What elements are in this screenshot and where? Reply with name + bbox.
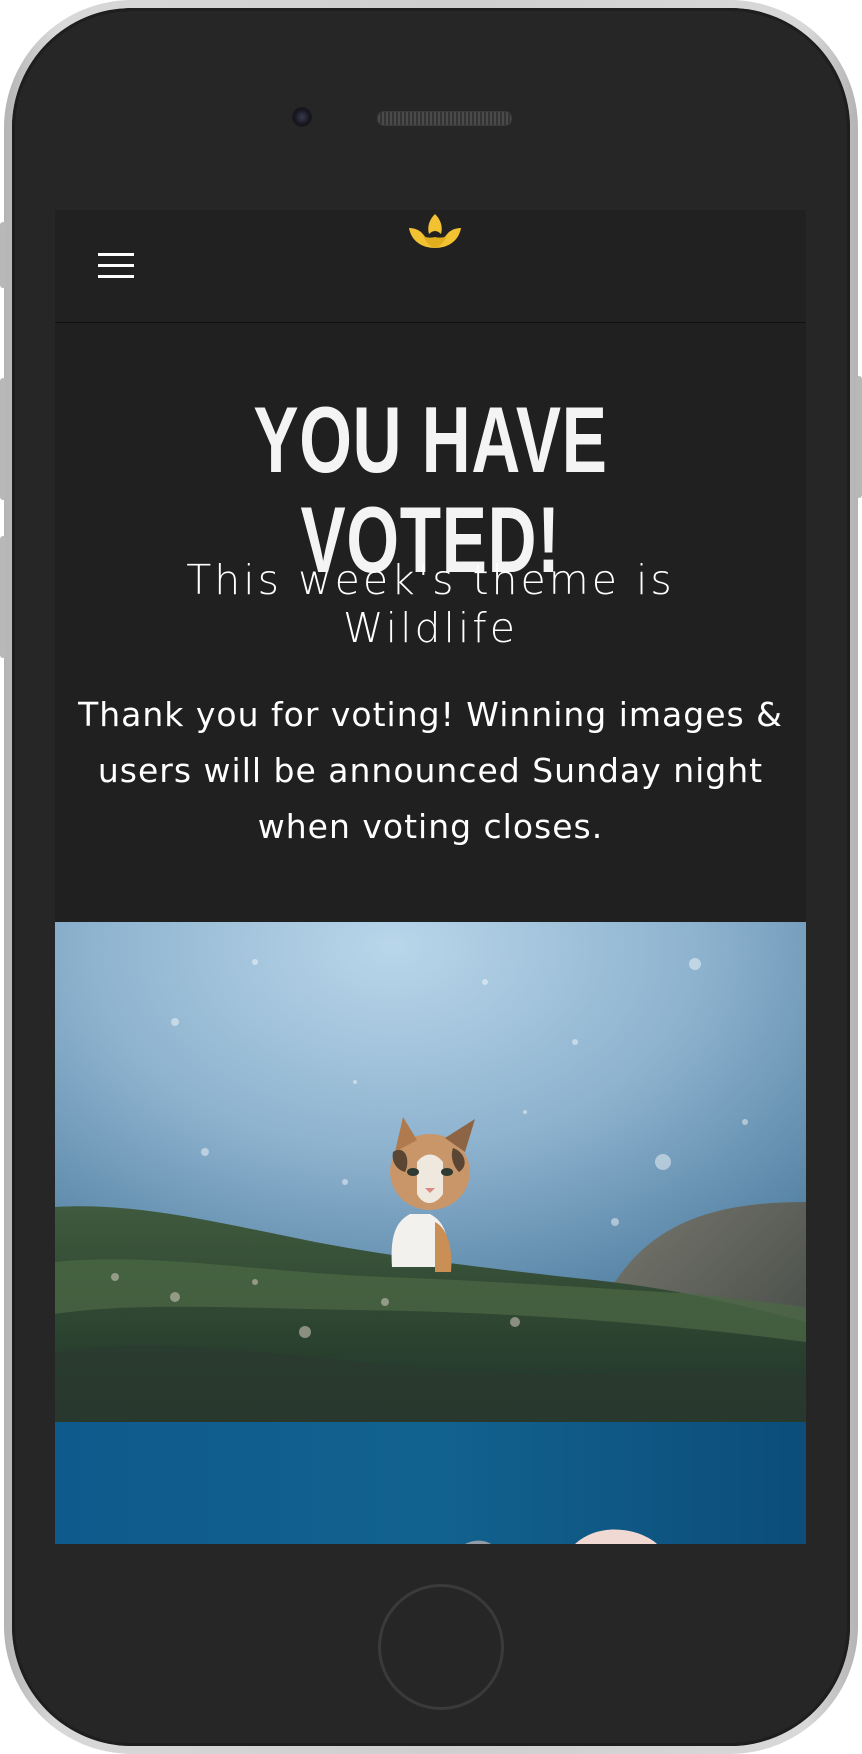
earpiece-speaker [377, 111, 512, 126]
silent-switch [0, 222, 6, 288]
wildlife-cat-photo [55, 922, 806, 1422]
theme-subtitle: This week's theme is Wildlife [186, 556, 675, 652]
home-button[interactable] [378, 1584, 504, 1710]
front-camera [292, 107, 312, 127]
hamburger-menu-icon[interactable] [98, 253, 134, 279]
volume-down-button [0, 536, 6, 658]
thank-you-message: Thank you for voting! Winning images & u… [78, 695, 783, 846]
power-button [856, 376, 862, 498]
volume-up-button [0, 378, 6, 500]
wildlife-blue-photo [55, 1422, 806, 1544]
top-navigation-bar [55, 210, 806, 323]
phone-screen: YOU HAVE VOTED! This week's theme is Wil… [55, 210, 806, 1544]
lotus-logo-icon[interactable] [407, 210, 463, 258]
vote-confirmation: YOU HAVE VOTED! This week's theme is Wil… [55, 322, 806, 922]
